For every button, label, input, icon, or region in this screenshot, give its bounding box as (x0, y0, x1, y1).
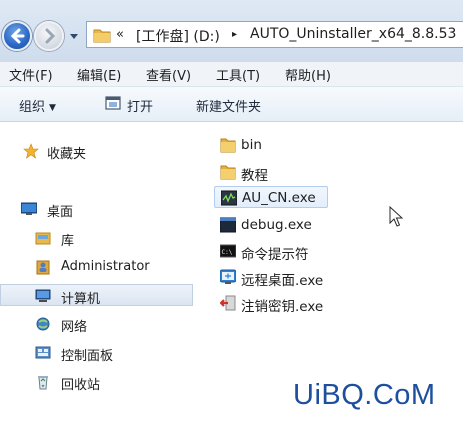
file-item-bin[interactable]: bin (214, 134, 334, 156)
organize-button[interactable]: 组织 ▼ (19, 96, 56, 115)
open-icon (105, 96, 121, 110)
cmd-icon: C:\ (220, 244, 236, 258)
computer-icon (35, 289, 51, 302)
menu-view[interactable]: 查看(V) (146, 65, 191, 84)
nav-label: 收藏夹 (47, 147, 87, 162)
nav-label: Administrator (61, 259, 150, 274)
star-icon (23, 143, 39, 159)
file-name: 命令提示符 (241, 247, 309, 263)
mouse-cursor-icon (389, 206, 403, 227)
file-item-tutorial[interactable]: 教程 (214, 161, 334, 184)
nav-label: 库 (61, 234, 75, 249)
nav-label: 计算机 (61, 292, 101, 307)
file-list: bin 教程 AU_CN.exe debug.exe C:\ 命令提示符 远程桌… (200, 122, 463, 423)
breadcrumb-separator-icon[interactable]: ▸ (232, 29, 237, 40)
organize-label: 组织 (19, 100, 46, 115)
logoff-key-icon (220, 295, 236, 311)
recent-pages-dropdown-icon[interactable] (70, 32, 78, 40)
file-item-logoff-key[interactable]: 注销密钥.exe (214, 292, 344, 315)
file-name: 远程桌面.exe (241, 273, 324, 289)
nav-item-libraries[interactable]: 库 (0, 227, 193, 249)
remote-desktop-icon (220, 269, 236, 284)
nav-item-administrator[interactable]: Administrator (0, 256, 193, 278)
file-item-command-prompt[interactable]: C:\ 命令提示符 (214, 240, 334, 263)
nav-item-desktop[interactable]: 桌面 (0, 198, 193, 220)
open-button[interactable]: 打开 (127, 96, 153, 115)
control-panel-icon (35, 346, 51, 359)
new-folder-button[interactable]: 新建文件夹 (196, 96, 261, 115)
arrow-left-icon (10, 28, 25, 44)
menu-tools[interactable]: 工具(T) (216, 65, 260, 84)
file-item-au-cn[interactable]: AU_CN.exe (214, 186, 328, 208)
file-name: AU_CN.exe (242, 190, 316, 206)
library-icon (35, 232, 51, 245)
nav-label: 回收站 (61, 378, 101, 393)
file-name: debug.exe (241, 217, 312, 233)
arrow-right-icon (45, 28, 56, 44)
forward-button[interactable] (34, 21, 64, 51)
folder-icon (220, 165, 236, 180)
file-name: 教程 (241, 168, 268, 184)
address-toolbar: « [工作盘] (D:) ▸ AUTO_Uninstaller_x64_8.8.… (0, 0, 463, 63)
menu-file[interactable]: 文件(F) (9, 65, 53, 84)
nav-item-computer[interactable]: 计算机 (0, 284, 193, 307)
chevron-down-icon: ▼ (49, 103, 56, 113)
app-exe-icon (221, 190, 237, 206)
nav-label: 控制面板 (61, 349, 114, 364)
nav-item-network[interactable]: 网络 (0, 313, 193, 335)
folder-icon (93, 29, 111, 43)
file-item-debug[interactable]: debug.exe (214, 214, 334, 236)
navigation-pane: 收藏夹 桌面 库 Administrator 计算机 网络 控制面板 回收站 (0, 122, 200, 423)
nav-label: 桌面 (47, 205, 74, 220)
user-folder-icon (36, 260, 50, 275)
breadcrumb-folder[interactable]: AUTO_Uninstaller_x64_8.8.53 (250, 26, 456, 42)
network-icon (36, 317, 50, 331)
menu-help[interactable]: 帮助(H) (285, 65, 331, 84)
watermark-text: UiBQ.CoM (293, 379, 436, 411)
desktop-icon (21, 202, 37, 215)
menu-edit[interactable]: 编辑(E) (77, 65, 121, 84)
breadcrumb-overflow[interactable]: « (116, 27, 124, 42)
folder-icon (220, 138, 236, 153)
menu-bar: 文件(F) 编辑(E) 查看(V) 工具(T) 帮助(H) (0, 62, 463, 87)
svg-text:C:\: C:\ (222, 249, 233, 256)
console-exe-icon (220, 217, 236, 233)
recycle-bin-icon (38, 376, 48, 390)
nav-label: 网络 (61, 320, 88, 335)
file-name: bin (241, 137, 262, 153)
command-bar: 组织 ▼ 打开 新建文件夹 (0, 87, 463, 122)
breadcrumb-drive[interactable]: [工作盘] (D:) (136, 26, 220, 46)
back-button[interactable] (2, 21, 32, 51)
nav-item-recycle-bin[interactable]: 回收站 (0, 371, 193, 393)
address-input[interactable]: « [工作盘] (D:) ▸ AUTO_Uninstaller_x64_8.8.… (86, 21, 463, 48)
file-name: 注销密钥.exe (241, 299, 324, 315)
nav-item-favorites[interactable]: 收藏夹 (0, 140, 193, 162)
file-item-remote-desktop[interactable]: 远程桌面.exe (214, 266, 344, 289)
nav-item-control-panel[interactable]: 控制面板 (0, 342, 193, 364)
